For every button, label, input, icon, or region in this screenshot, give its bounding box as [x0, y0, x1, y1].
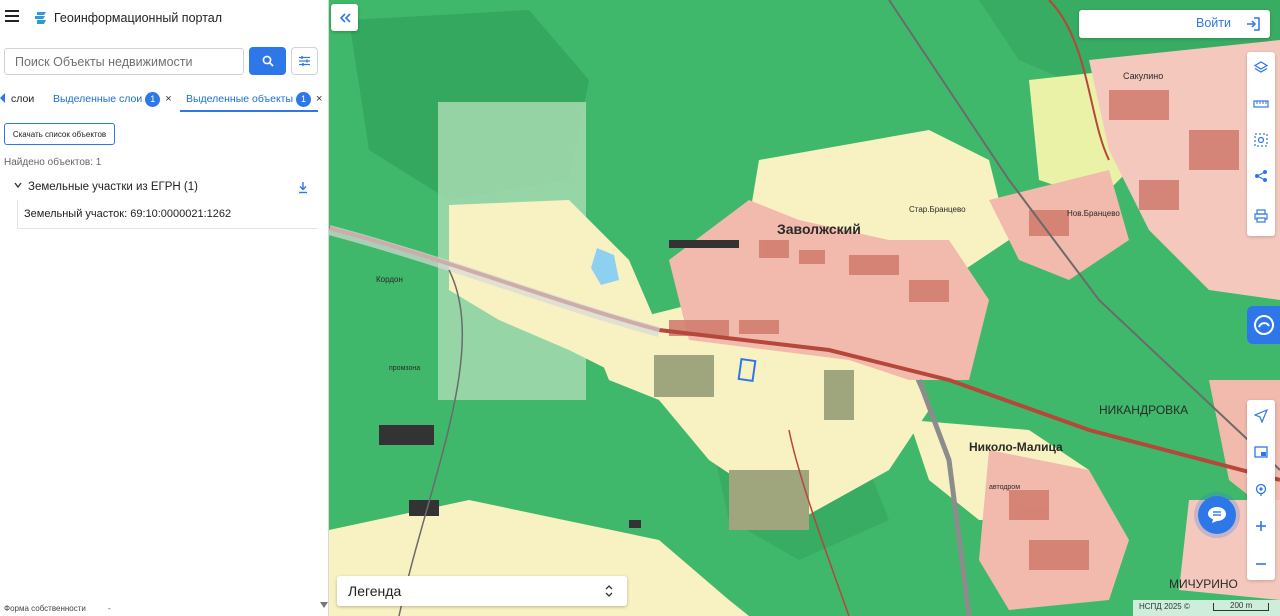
download-icon[interactable]	[297, 181, 309, 194]
scroll-down-icon[interactable]	[320, 602, 328, 608]
tab-label: Выделенные слои	[53, 93, 143, 105]
download-list-button[interactable]: Скачать список объектов	[4, 123, 115, 145]
login-icon	[1247, 17, 1260, 31]
result-group-title: Земельные участки из ЕГРН (1)	[28, 181, 198, 193]
layers-icon	[1254, 61, 1268, 73]
layers-button[interactable]	[1247, 54, 1275, 82]
close-icon[interactable]: ×	[165, 93, 171, 105]
minimap-icon	[1254, 446, 1268, 458]
nspd-assistant-button[interactable]	[1247, 306, 1280, 344]
minimap-button[interactable]	[1247, 438, 1275, 466]
ownership-value: -	[108, 604, 111, 613]
legend-toggle[interactable]: Легенда	[337, 576, 627, 606]
place-label-nov-brantsevo: Нов.Бранцево	[1067, 209, 1120, 218]
active-tab-indicator	[180, 110, 318, 112]
expand-collapse-icon	[605, 585, 613, 597]
place-label-michurino: МИЧУРИНО	[1169, 577, 1238, 591]
ownership-label: Форма собственности	[4, 604, 86, 613]
assistant-logo-icon	[1253, 315, 1274, 335]
place-label-nikolo-malitsa: Николо-Малица	[969, 440, 1063, 454]
print-button[interactable]	[1247, 202, 1275, 230]
list-item[interactable]: Земельный участок: 69:10:0000021:1262	[17, 200, 318, 229]
double-chevron-left-icon	[339, 12, 351, 23]
login-label: Войти	[1196, 16, 1231, 30]
chevron-down-icon[interactable]	[14, 181, 22, 189]
portal-logo-icon	[35, 12, 46, 24]
count-badge: 1	[296, 91, 312, 107]
portal-title: Геоинформационный портал	[54, 11, 223, 25]
object-label: Земельный участок: 69:10:0000021:1262	[24, 208, 232, 220]
result-group-header[interactable]: Земельные участки из ЕГРН (1)	[0, 178, 320, 198]
place-label-nikandrovka: НИКАНДРОВКА	[1099, 403, 1188, 417]
panel-header: Геоинформационный портал	[0, 0, 329, 36]
place-label-kordon: Кордон	[376, 275, 403, 284]
place-label-zavolzhsky: Заволжский	[777, 221, 861, 237]
collapse-panel-button[interactable]	[331, 4, 358, 31]
zoom-out-icon	[1256, 563, 1266, 565]
close-icon[interactable]: ×	[316, 93, 322, 105]
locate-button[interactable]	[1247, 402, 1275, 430]
print-icon	[1254, 209, 1268, 223]
search-location-icon	[1255, 483, 1267, 496]
count-badge: 1	[145, 91, 161, 107]
search-location-button[interactable]	[1247, 476, 1275, 504]
map-base-layer: Заволжский НИКАНДРОВКА Николо-Малица МИЧ…	[329, 0, 1280, 616]
share-icon	[1255, 170, 1267, 182]
map-canvas[interactable]: Заволжский НИКАНДРОВКА Николо-Малица МИЧ…	[329, 0, 1280, 616]
tab-selected-layers[interactable]: Выделенные слои 1 ×	[53, 86, 172, 112]
zoom-out-button[interactable]	[1247, 550, 1275, 578]
locate-icon	[1254, 409, 1268, 423]
scale-label: 200 m	[1230, 601, 1253, 610]
login-button[interactable]: Войти	[1079, 10, 1270, 38]
search-input[interactable]	[4, 48, 244, 75]
found-count: Найдено объектов: 1	[4, 157, 102, 168]
search-icon	[262, 55, 274, 67]
map-toolbar	[1247, 52, 1275, 236]
place-label-star-brantsevo: Стар.Бранцево	[909, 205, 966, 214]
share-button[interactable]	[1247, 162, 1275, 190]
place-label-promzona: промзона	[389, 365, 420, 372]
place-label-sakulino: Сакулино	[1123, 71, 1163, 81]
ruler-button[interactable]	[1247, 90, 1275, 118]
tabs-scroll-left-icon[interactable]	[0, 93, 5, 103]
zoom-in-icon	[1256, 521, 1266, 531]
tabs-bar: слои Выделенные слои 1 × Выделенные объе…	[0, 86, 329, 113]
select-area-button[interactable]	[1247, 126, 1275, 154]
select-area-icon	[1254, 133, 1268, 147]
filter-button[interactable]	[291, 47, 318, 75]
place-label-avtodrom: автодром	[989, 484, 1020, 491]
side-panel: Геоинформационный портал слои	[0, 0, 329, 616]
tab-selected-objects[interactable]: Выделенные объекты 1 ×	[186, 86, 322, 112]
zoom-in-button[interactable]	[1247, 512, 1275, 540]
filter-icon	[299, 56, 310, 66]
tab-layers[interactable]: слои	[11, 86, 34, 112]
legend-label: Легенда	[348, 583, 402, 599]
map-toolbar-bottom	[1247, 400, 1275, 580]
search-button[interactable]	[249, 47, 286, 75]
tab-label: Выделенные объекты	[186, 93, 294, 105]
ruler-icon	[1253, 100, 1269, 108]
geoportal-app: Геоинформационный портал слои	[0, 0, 1280, 616]
attribution-text: НСПД 2025 ©	[1139, 602, 1190, 611]
chat-icon	[1208, 507, 1226, 523]
hamburger-menu-icon[interactable]	[5, 10, 19, 22]
tab-label: слои	[11, 93, 35, 105]
chat-button[interactable]	[1198, 496, 1236, 534]
